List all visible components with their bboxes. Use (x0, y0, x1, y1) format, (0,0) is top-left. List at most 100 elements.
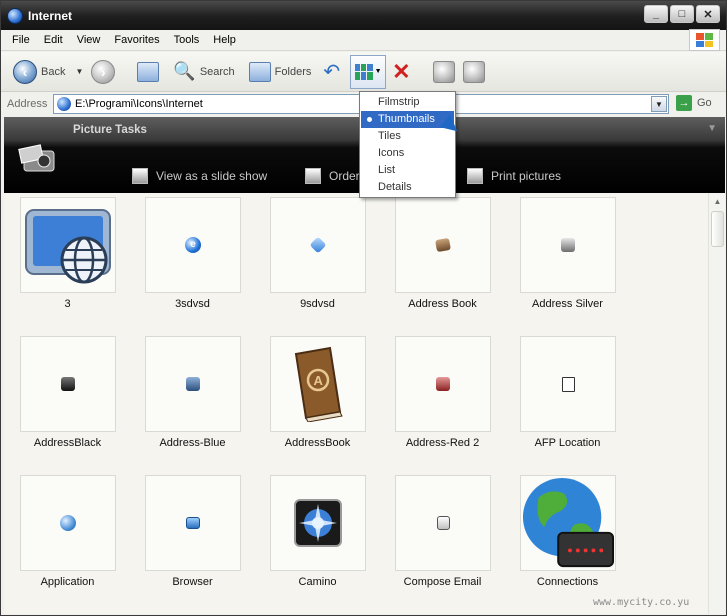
search-button[interactable]: 🔍 Search (169, 56, 238, 88)
go-arrow-icon: → (676, 95, 692, 111)
thumbnail-tile[interactable] (270, 475, 366, 571)
forward-arrow-icon: › (91, 59, 116, 84)
views-button[interactable]: ▼ (350, 54, 387, 89)
address-value: E:\Programi\Icons\Internet (75, 98, 203, 110)
thumbnail-tile[interactable] (520, 336, 616, 432)
thumbnail-tile[interactable] (20, 336, 116, 432)
thumbnail-label: Application (40, 576, 95, 588)
thumbnail-label: Browser (172, 576, 213, 588)
view-option-label: Thumbnails (378, 113, 435, 125)
thumbnail-label: Connections (536, 576, 599, 588)
view-option-list[interactable]: List (361, 162, 454, 179)
close-button[interactable]: ✕ (696, 5, 720, 23)
menu-tools[interactable]: Tools (167, 34, 207, 46)
menu-file[interactable]: File (5, 34, 37, 46)
thumbnail-tile[interactable] (395, 197, 491, 293)
window-controls: _ □ ✕ (644, 5, 720, 23)
move-to-button[interactable] (459, 56, 489, 88)
windows-logo-icon (689, 29, 720, 51)
blue-gem-icon (309, 236, 327, 254)
thumbnail-tile[interactable] (395, 475, 491, 571)
globe-router-icon (522, 477, 615, 568)
thumbnail-tile[interactable] (145, 475, 241, 571)
forward-button[interactable]: › (87, 56, 119, 88)
selected-bullet-icon (367, 117, 372, 122)
order-prints-icon (305, 168, 321, 184)
thumbnail-tile[interactable] (270, 197, 366, 293)
browser-icon (186, 517, 200, 529)
address-label: Address (7, 98, 48, 110)
task-order[interactable]: Order (305, 168, 360, 184)
thumbnail-tile[interactable]: e (145, 197, 241, 293)
undo-button[interactable]: ↶ (319, 56, 344, 88)
camino-icon (294, 499, 342, 547)
scroll-thumb[interactable] (711, 211, 724, 247)
minimize-button[interactable]: _ (644, 5, 668, 23)
task-slide-show[interactable]: View as a slide show (132, 168, 267, 184)
delete-x-icon[interactable]: ✕ (392, 59, 410, 85)
undo-icon: ↶ (323, 61, 341, 83)
task-print[interactable]: Print pictures (467, 168, 561, 184)
views-dropdown-icon: ▼ (374, 68, 382, 75)
thumbnail-tile[interactable]: A (270, 336, 366, 432)
view-option-tiles[interactable]: Tiles (361, 128, 454, 145)
collapse-chevron-icon[interactable]: ▼ (707, 123, 717, 134)
copy-to-button[interactable] (429, 56, 459, 88)
copy-to-icon (432, 60, 455, 83)
view-option-label: Tiles (378, 130, 401, 142)
thumbnail-label: AddressBook (284, 437, 351, 449)
folders-button[interactable]: Folders (245, 56, 316, 88)
go-button[interactable]: → Go (676, 95, 712, 111)
address-dropdown-icon[interactable]: ▼ (651, 96, 667, 112)
watermark: www.mycity.co.yu (593, 597, 690, 608)
folders-icon (248, 61, 271, 82)
picture-tasks-heading[interactable]: Picture Tasks (73, 124, 147, 136)
view-option-label: Icons (378, 147, 405, 159)
thumbnail-tile[interactable] (20, 475, 116, 571)
brown-book-icon: A (294, 346, 343, 422)
view-option-label: Filmstrip (378, 96, 420, 108)
thumbnail-tile[interactable] (145, 336, 241, 432)
silver-book-icon (561, 238, 575, 252)
menu-view[interactable]: View (70, 34, 108, 46)
task-order-label: Order (329, 169, 360, 183)
views-dropdown-menu: Filmstrip Thumbnails Tiles Icons List De… (359, 91, 456, 198)
search-label: Search (199, 65, 235, 78)
thumbnail-label: Address Silver (532, 298, 603, 310)
scroll-up-icon[interactable]: ▲ (709, 193, 726, 210)
view-option-filmstrip[interactable]: Filmstrip (361, 94, 454, 111)
thumbnail-label: 3 (64, 298, 71, 310)
camera-photos-icon (18, 144, 55, 172)
blue-book-icon (186, 377, 200, 391)
vertical-scrollbar[interactable]: ▲ (708, 193, 725, 614)
black-book-icon (61, 377, 75, 391)
back-arrow-icon: ‹ (13, 59, 37, 84)
view-option-label: List (378, 164, 396, 176)
up-folder-button[interactable] (133, 56, 163, 88)
menu-help[interactable]: Help (206, 34, 243, 46)
maximize-button[interactable]: □ (670, 5, 694, 23)
menu-favorites[interactable]: Favorites (107, 34, 166, 46)
thumbnail-label: 9sdvsd (300, 298, 335, 310)
monitor-globe-icon (25, 209, 111, 284)
view-option-icons[interactable]: Icons (361, 145, 454, 162)
back-button[interactable]: ‹ Back ▼ (9, 56, 87, 88)
view-option-details[interactable]: Details (361, 179, 454, 196)
menu-edit[interactable]: Edit (37, 34, 70, 46)
go-label: Go (697, 97, 712, 109)
svg-text:A: A (314, 373, 324, 388)
back-dropdown-icon[interactable]: ▼ (75, 67, 83, 76)
thumbnail-label: Camino (298, 576, 337, 588)
thumbnail-tile[interactable] (520, 197, 616, 293)
window-title: Internet (28, 8, 73, 23)
title-bar[interactable]: Internet _ □ ✕ (1, 1, 726, 30)
task-print-label: Print pictures (491, 169, 562, 183)
thumbnail-label: Address Book (408, 298, 477, 310)
printer-icon (467, 168, 483, 184)
thumbnail-tile[interactable] (520, 475, 616, 571)
thumbnail-tile[interactable] (20, 197, 116, 293)
up-folder-icon (137, 61, 160, 82)
menu-bar: File Edit View Favorites Tools Help (1, 29, 726, 51)
search-icon: 🔍 (173, 61, 196, 81)
thumbnail-tile[interactable] (395, 336, 491, 432)
